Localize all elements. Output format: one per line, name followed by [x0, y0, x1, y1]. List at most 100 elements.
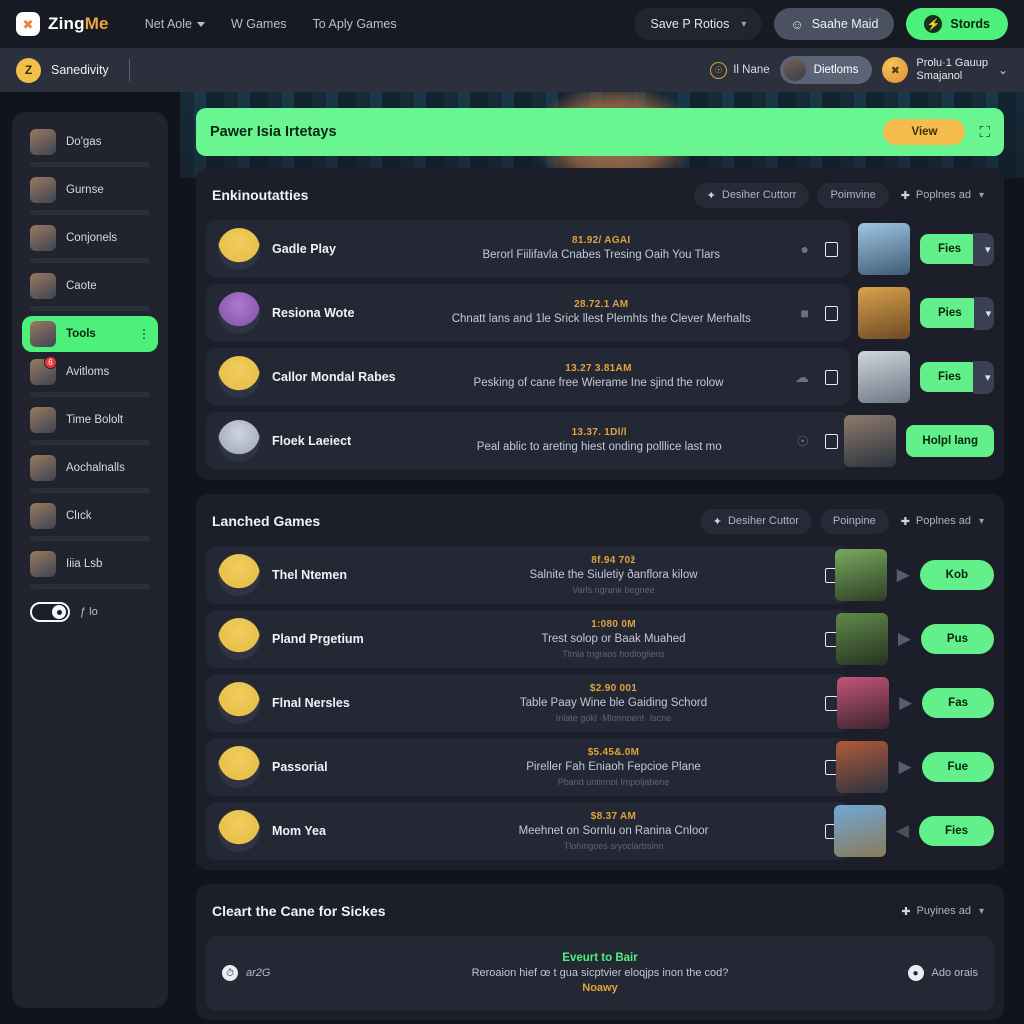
sidebar-item-caote[interactable]: Caote [22, 268, 158, 304]
sidebar-item-iiia-lsb[interactable]: Iiia Lsb [22, 546, 158, 582]
list-item[interactable]: Passorial $5.45&.0M Pireller Fah Eniaoh Fe… [206, 738, 994, 796]
section-action-button[interactable]: Poimvine [817, 182, 889, 208]
sidebar-item-gurnse[interactable]: Gurnse [22, 172, 158, 208]
sidebar-toggle[interactable] [30, 602, 70, 622]
nav-link-w-games[interactable]: W Games [231, 17, 287, 31]
row-action-button[interactable]: Holpl lang [906, 425, 994, 457]
list-item[interactable]: Callor Mondal Rabes 13.27 3.81AM Pesking o… [206, 348, 994, 406]
row-icons [825, 695, 838, 711]
nav-links: Net Aole W Games To Aply Games [145, 17, 397, 31]
more-options-icon[interactable]: ⋮ [138, 327, 150, 341]
list-item[interactable]: Gadle Play 81.92/ AGAI Berorl Fiilifavla C… [206, 220, 994, 278]
list-item[interactable]: Resiona Wote 28.72.1 AM Chnatt lans and 1l… [206, 284, 994, 342]
save-profile-button[interactable]: Save P Rotios ▾ [634, 8, 763, 40]
sidebar-item-avitloms[interactable]: 6 Avitloms [22, 354, 158, 390]
list-item[interactable]: Floek Laeiect 13.37. 1Dl/l Peal ablic to a… [206, 412, 994, 470]
nav-link-net-aole[interactable]: Net Aole [145, 17, 205, 31]
sidebar-item-conjonels[interactable]: Conjonels [22, 220, 158, 256]
row-split-button: Fies ▾ [920, 232, 994, 266]
row-action-button[interactable]: Pies [920, 298, 980, 328]
row-action-button[interactable]: Pus [920, 624, 994, 654]
bottom-add-button[interactable]: ✚ Puyines ad ▾ [897, 899, 988, 924]
row-thumbnail[interactable] [837, 677, 890, 729]
sidebar-item-list: Do'gas Gurnse Conjonels Caote Tools ⋮ 6 Avitlom… [22, 124, 158, 589]
row-action-button[interactable]: Fue [921, 752, 994, 782]
phone-icon[interactable] [825, 433, 838, 449]
row-thumbnail[interactable] [834, 549, 887, 601]
row-action-button[interactable]: Kob [919, 560, 994, 590]
row-right-slot: Holpl lang [844, 412, 994, 470]
chevron-down-icon[interactable]: ▾ [973, 296, 994, 330]
event-right-label: Ado orais [931, 967, 978, 979]
row-subtext: Inlate gokl ·Mlonnoent· Iscne [555, 713, 672, 724]
row-thumbnail[interactable] [858, 351, 910, 403]
list-item[interactable]: Pland Prgetium 1:080 0M Trest solop or Baa… [206, 610, 994, 668]
row-action-button[interactable]: Fies [920, 362, 980, 392]
bottom-card-header: Cleart the Cane for Sickes ✚ Puyines ad … [206, 892, 994, 930]
nav-link-to-aply-games[interactable]: To Aply Games [313, 17, 397, 31]
row-thumbnail[interactable] [858, 287, 910, 339]
row-action-button[interactable]: Fas [922, 688, 994, 718]
sidebar-item-do-gas[interactable]: Do'gas [22, 124, 158, 160]
sidebar-toggle-row[interactable]: ƒ lo [22, 594, 158, 630]
view-button[interactable]: View [883, 119, 966, 145]
sidebar-progress-bar [30, 392, 150, 397]
row-description: Trest solop or Baak Muahed [541, 632, 686, 645]
row-split-button: Fies ▾ [920, 360, 994, 394]
chevron-down-icon[interactable]: ▾ [979, 906, 984, 917]
toggle-knob [52, 605, 66, 619]
list-item[interactable]: Thel Ntemen 8f.94 70ž Salnite the Siuletiy… [206, 546, 994, 604]
list-item[interactable]: Flnal Nersles $2.90 001 Table Paay Wine bl… [206, 674, 994, 732]
phone-icon[interactable] [825, 305, 838, 321]
sidebar-progress-bar [30, 536, 150, 541]
chevron-down-icon[interactable]: ▾ [973, 360, 994, 394]
stores-button[interactable]: ⚡ Stords [906, 8, 1008, 40]
phone-icon[interactable] [825, 241, 838, 257]
row-thumbnail[interactable] [833, 805, 886, 857]
section-action-label: Poplnes ad [915, 515, 971, 527]
sidebar-item-cl-ck[interactable]: Clıck [22, 498, 158, 534]
section-action-button[interactable]: ✚ Poplnes ad ▾ [897, 509, 988, 534]
row-main: Callor Mondal Rabes 13.27 3.81AM Pesking o… [206, 348, 850, 406]
section-action-button[interactable]: ✚ Poplnes ad ▾ [897, 183, 988, 208]
sub-nav-user[interactable]: Z Sanedivity [16, 57, 130, 83]
sidebar-item-aochalnalls[interactable]: Aochalnalls [22, 450, 158, 486]
row-description: Table Paay Wine ble Gaiding Schord [519, 696, 708, 709]
nav-link-label: Net Aole [144, 17, 192, 31]
list-item[interactable]: Mom Yea $8.37 AM Meehnet on Sornlu on Rani… [206, 802, 994, 860]
phone-icon[interactable] [825, 695, 838, 711]
section-action-button[interactable]: ✦ Desiher Cuttorr [693, 182, 810, 208]
sidebar-item-label: Time Bololt [66, 414, 124, 426]
sidebar-item-time-bololt[interactable]: Time Bololt [22, 402, 158, 438]
row-action-button[interactable]: Fies [918, 816, 994, 846]
row-center: 13.37. 1Dl/l Peal ablic to areting hiest … [412, 427, 786, 456]
phone-icon[interactable] [825, 369, 838, 385]
row-thumbnail[interactable] [836, 741, 889, 793]
sidebar-item-label: Iiia Lsb [66, 558, 103, 570]
section-action-button[interactable]: Poinpine [819, 508, 889, 534]
group-selector[interactable]: ✖ Prolu·1 Gauup Smajanol ⌄ [882, 57, 1008, 83]
external-link-icon[interactable]: ⛶ [979, 124, 990, 141]
bottom-card-actions: ✚ Puyines ad ▾ [897, 899, 988, 924]
dietloms-chip[interactable]: Dietloms [779, 56, 873, 84]
notification-label: Il Nane [733, 64, 770, 76]
row-thumbnail[interactable] [844, 415, 897, 467]
chevron-down-icon[interactable]: ▾ [979, 190, 984, 201]
row-main: Thel Ntemen 8f.94 70ž Salnite the Siuletiy… [206, 546, 850, 604]
brand-logo[interactable]: ✖ ZingMe [16, 12, 109, 36]
chevron-down-icon[interactable]: ▾ [973, 232, 994, 266]
row-thumbnail[interactable] [858, 223, 910, 275]
arrow-right-icon: ▶ [898, 757, 912, 776]
sub-navigation-bar: Z Sanedivity ☉ Il Nane Dietloms ✖ Prolu·… [0, 48, 1024, 92]
account-button[interactable]: ☺ Saahe Maid [774, 8, 895, 40]
event-right[interactable]: ● Ado orais [828, 965, 978, 981]
row-icons: ● [801, 241, 838, 257]
section-action-button[interactable]: ✦ Desiher Cuttor [699, 508, 812, 534]
sidebar-item-tools[interactable]: Tools ⋮ [22, 316, 158, 352]
person-icon: ☺ [790, 16, 804, 32]
row-thumbnail[interactable] [835, 613, 888, 665]
notification-chip[interactable]: ☉ Il Nane [710, 61, 770, 79]
sidebar-progress-bar [30, 162, 150, 167]
row-action-button[interactable]: Fies [920, 234, 980, 264]
chevron-down-icon[interactable]: ▾ [979, 516, 984, 527]
